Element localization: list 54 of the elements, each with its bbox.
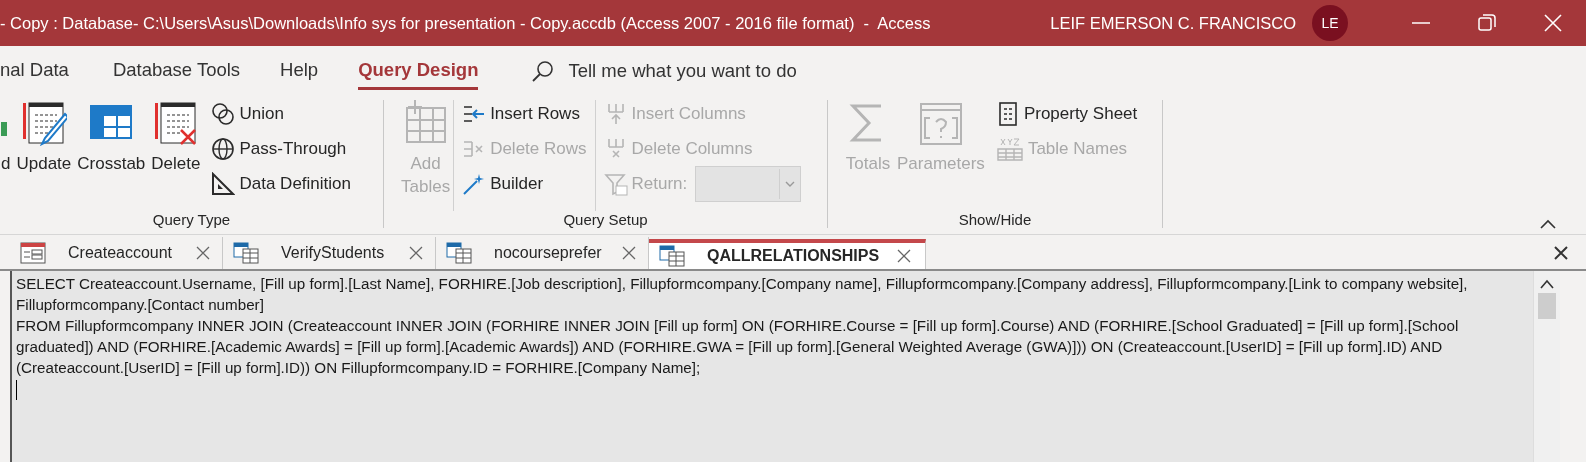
sql-line: (Createaccount.[UserID] = [Fill up form].ID)) ON Fillupformcompany.ID = FORHIRE.[Company Name]; [16, 358, 702, 378]
ribbon-button[interactable]: Pass-Through [211, 135, 351, 163]
group-label: Query Setup [562, 211, 649, 228]
ribbon-button[interactable]: Data Definition [211, 170, 351, 198]
scroll-up-icon[interactable] [1540, 279, 1554, 289]
restore-icon [1478, 14, 1496, 32]
sql-editor[interactable] [10, 271, 1533, 462]
document-tab[interactable]: QALLRELATIONSHIPS [649, 239, 927, 269]
group-label: Show/Hide [957, 211, 1033, 228]
form-icon [20, 242, 46, 264]
ribbon-button[interactable]: Crosstab [74, 100, 149, 211]
sql-line: FROM Fillupformcompany INNER JOIN (Createaccount INNER JOIN (FORHIRE INNER JOIN [Fill up form] ON (FORHIRE.Course = [Fill up form].Course) AND (FORHIRE.[School Graduated] = [Fill up form].[School [16, 316, 1460, 336]
delete-sheet-icon [152, 100, 199, 146]
group-label: Query Type [151, 211, 232, 228]
ribbon-button[interactable]: Property Sheet [995, 100, 1138, 128]
ribbon-button[interactable]: Builder [462, 170, 587, 198]
sql-line: graduated]) AND (FORHIRE.[Academic Awards] = [Fill up form].[Academic Awards]) AND (FORHIRE.GWA = [Fill up form].[General Weighted Average (GWA)])) ON (Createaccount.[UserID] = [Fill up form].ID) AND [16, 337, 1444, 357]
close-icon [1554, 246, 1568, 260]
ribbon-button[interactable]: Union [211, 100, 351, 128]
close-tab-icon[interactable] [897, 249, 912, 263]
sql-line: SELECT Createaccount.Username, [Fill up form].[Last Name], FORHIRE.[Job description], Fillupformcompany.[Company name], Fillupformcompany.[Company address], Fillupformcompany.[Link to company website], [16, 274, 1469, 294]
close-tab-icon[interactable] [622, 246, 636, 260]
user-name: LEIF EMERSON C. FRANCISCO [1050, 13, 1296, 33]
append-icon [1, 122, 7, 136]
query-icon [446, 242, 472, 264]
ribbon-button[interactable]: Update [13, 100, 75, 211]
globe-icon [211, 137, 236, 161]
tell-me-field[interactable]: Tell me what you want to do [568, 60, 869, 82]
close-tab-icon[interactable] [409, 246, 423, 260]
search-icon [532, 60, 555, 82]
window-title: - Copy : Database- C:\Users\Asus\Downloads\Info sys for presentation - Copy.accdb (Access 2007 - 2016 file format) - Access [0, 13, 932, 33]
ribbon-tab[interactable]: nal Data [0, 52, 69, 90]
user-avatar[interactable]: LE [1312, 5, 1348, 41]
ribbon-button[interactable]: Insert Rows [462, 100, 587, 128]
ribbon-tab[interactable]: Database Tools [112, 52, 241, 90]
return-label: Return: [603, 170, 688, 198]
close-tab-icon[interactable] [196, 246, 210, 260]
table-names-icon [995, 137, 1024, 161]
query-icon [233, 242, 259, 264]
ribbon-tab[interactable]: Help [280, 52, 319, 90]
ribbon-button[interactable]: Delete [148, 100, 204, 211]
circles-icon [211, 102, 236, 126]
ribbon-tab[interactable]: Query Design [358, 52, 479, 90]
query-icon [659, 245, 685, 267]
scroll-thumb[interactable] [1538, 293, 1556, 319]
ruler-triangle-icon [211, 172, 236, 196]
close-icon [1544, 14, 1562, 32]
sql-line: Fillupformcompany.[Contact number] [16, 295, 265, 315]
text-cursor [16, 380, 17, 400]
minimize-icon [1412, 22, 1430, 24]
ribbon-button[interactable]: d [0, 100, 14, 211]
filter-icon [603, 172, 628, 196]
pencil-sheet-icon [20, 100, 67, 146]
parameters-icon [917, 100, 964, 146]
